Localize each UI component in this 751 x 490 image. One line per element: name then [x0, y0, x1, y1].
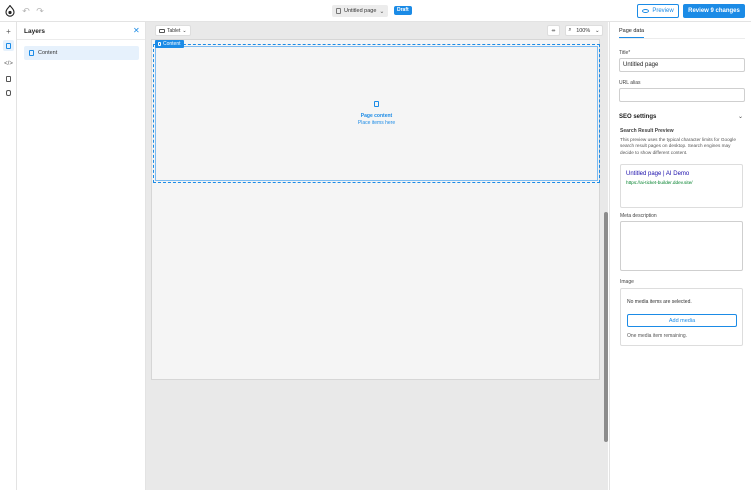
drupal-logo-icon[interactable]: [4, 5, 16, 17]
title-label: Title*: [619, 50, 631, 56]
page-selector[interactable]: Untitled page ⌄: [332, 5, 389, 17]
page-icon[interactable]: [3, 73, 14, 84]
media-remaining-text: One media item remaining.: [627, 333, 688, 339]
preview-button[interactable]: Preview: [637, 4, 679, 18]
content-tag-label: Content: [163, 41, 181, 47]
device-selector[interactable]: Tablet ⌄: [155, 25, 191, 36]
url-alias-label: URL alias: [619, 80, 641, 86]
layer-item-label: Content: [38, 50, 58, 56]
database-icon[interactable]: [3, 87, 14, 98]
page-name: Untitled page: [344, 8, 377, 14]
meta-description-textarea[interactable]: [620, 221, 743, 271]
search-result-preview: Untitled page | AI Demo https://ai-ticke…: [620, 164, 743, 208]
code-icon[interactable]: </>: [3, 58, 14, 69]
serp-title: Untitled page | AI Demo: [626, 171, 690, 177]
top-toolbar: ↶ ↷ Untitled page ⌄ Draft Preview Review…: [0, 0, 751, 22]
tablet-icon: [159, 28, 165, 33]
chevron-down-icon[interactable]: ⌄: [738, 113, 743, 120]
media-widget: No media items are selected. Add media O…: [620, 288, 743, 346]
fit-to-screen-button[interactable]: ⇹: [547, 25, 560, 36]
left-rail: + </>: [0, 22, 17, 490]
layers-panel: Layers ✕ Content: [17, 22, 146, 490]
close-icon[interactable]: ✕: [133, 26, 140, 35]
add-media-button[interactable]: Add media: [627, 314, 737, 327]
zoom-level: 100%: [576, 27, 591, 34]
canvas-scrollbar[interactable]: [604, 212, 608, 442]
device-label: Tablet: [167, 27, 181, 34]
content-region-tag[interactable]: Content: [155, 40, 184, 48]
zoom-icon: ⌕: [568, 27, 572, 33]
divider: [17, 39, 145, 40]
search-preview-description: This preview uses the typical character …: [620, 137, 736, 155]
serp-url: https://ai-ticket-builder.ddev.site/: [626, 180, 693, 185]
editor-canvas: Tablet ⌄ ⇹ ⌕ 100% ⌄ Content Page content…: [146, 22, 608, 490]
chevron-down-icon: ⌄: [595, 27, 600, 34]
meta-description-label: Meta description: [620, 213, 657, 219]
preview-label: Preview: [652, 8, 674, 14]
undo-icon[interactable]: ↶: [21, 6, 31, 16]
seo-settings-heading[interactable]: SEO settings: [619, 114, 656, 120]
layers-title: Layers: [24, 28, 45, 35]
page-icon: [336, 8, 341, 14]
redo-icon[interactable]: ↷: [35, 6, 45, 16]
zoom-control[interactable]: ⌕ 100% ⌄: [565, 25, 603, 36]
layers-icon[interactable]: [3, 40, 14, 51]
placeholder-hint: Place items here: [357, 120, 396, 126]
tab-page-data[interactable]: Page data: [619, 28, 645, 38]
page-icon: [374, 101, 379, 107]
url-alias-input[interactable]: [619, 88, 745, 102]
page-icon: [29, 50, 34, 56]
title-input[interactable]: Untitled page: [619, 58, 745, 72]
chevron-down-icon: ⌄: [379, 8, 385, 15]
add-media-label: Add media: [668, 317, 696, 324]
placeholder-title: Page content: [360, 113, 393, 119]
review-label: Review 9 changes: [688, 8, 740, 14]
media-empty-text: No media items are selected.: [627, 299, 692, 305]
review-changes-button[interactable]: Review 9 changes: [683, 4, 745, 18]
content-region[interactable]: Content Page content Place items here: [153, 40, 600, 183]
divider: [619, 38, 745, 39]
image-label: Image: [620, 279, 634, 285]
add-icon[interactable]: +: [3, 26, 14, 37]
layer-item-content[interactable]: Content: [24, 46, 139, 60]
page-icon: [158, 42, 161, 46]
status-badge: Draft: [394, 6, 412, 15]
chevron-down-icon: ⌄: [182, 27, 187, 34]
search-preview-heading: Search Result Preview: [620, 128, 674, 134]
preview-frame: Content Page content Place items here: [151, 39, 600, 380]
eye-icon: [642, 9, 650, 13]
properties-panel: Page data Title* Untitled page URL alias…: [609, 22, 751, 490]
drop-placeholder: Page content Place items here: [154, 101, 599, 127]
